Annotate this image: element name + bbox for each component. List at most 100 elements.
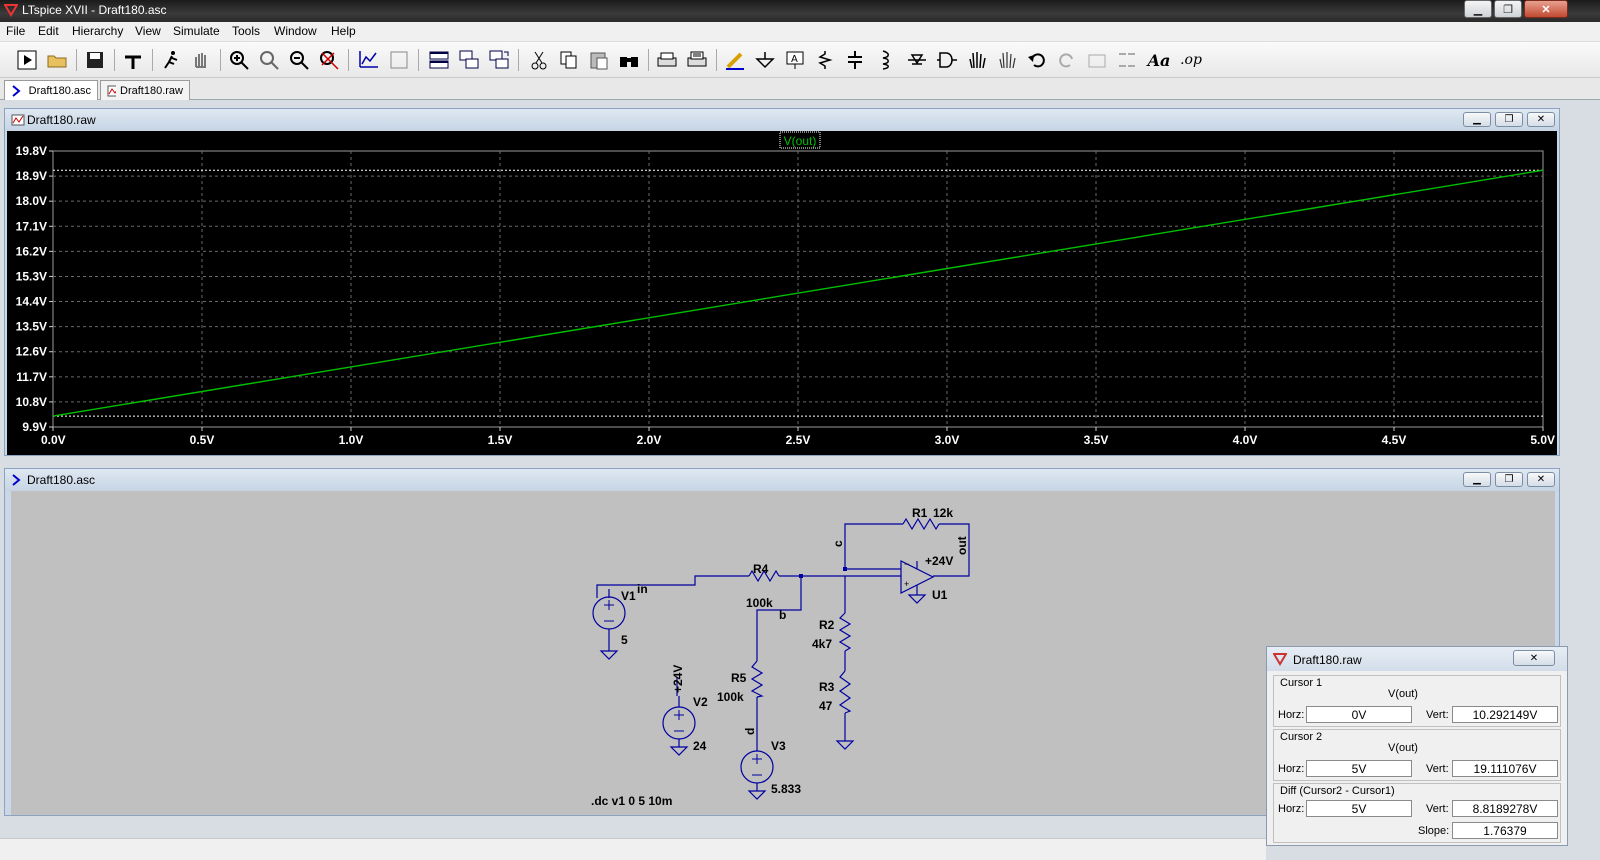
cursor2-vert-label: Vert: bbox=[1426, 763, 1449, 775]
zoom-in-icon[interactable] bbox=[226, 47, 252, 73]
halt-hand-icon[interactable] bbox=[188, 47, 214, 73]
cursor2-trace: V(out) bbox=[1388, 742, 1418, 754]
waveform-window-title: Draft180.raw bbox=[27, 113, 96, 127]
r2-name: R2 bbox=[819, 618, 835, 632]
tab-schematic[interactable]: Draft180.asc bbox=[4, 80, 98, 100]
menu-view[interactable]: View bbox=[135, 24, 161, 38]
menu-hierarchy[interactable]: Hierarchy bbox=[72, 24, 123, 38]
tile-horizontal-icon[interactable] bbox=[426, 47, 452, 73]
run-icon[interactable] bbox=[14, 47, 40, 73]
redo-icon[interactable] bbox=[1054, 47, 1080, 73]
schematic-icon bbox=[12, 84, 21, 97]
cursor-window-title: Draft180.raw bbox=[1293, 653, 1362, 667]
inductor-icon[interactable] bbox=[872, 47, 898, 73]
schematic-minimize-button[interactable]: ▁ bbox=[1463, 472, 1491, 487]
component-icon[interactable] bbox=[934, 47, 960, 73]
label-net-icon[interactable]: A bbox=[782, 47, 808, 73]
y-tick-label: 19.8V bbox=[16, 144, 47, 158]
slope-field[interactable]: 1.76379 bbox=[1452, 822, 1558, 839]
resistor-icon[interactable] bbox=[812, 47, 838, 73]
menu-help[interactable]: Help bbox=[331, 24, 356, 38]
drag-hand-icon[interactable] bbox=[994, 47, 1020, 73]
text-icon[interactable]: Aa bbox=[1146, 47, 1172, 73]
minimize-button[interactable]: ▁ bbox=[1464, 0, 1492, 18]
menu-window[interactable]: Window bbox=[274, 24, 317, 38]
diff-vert-label: Vert: bbox=[1426, 803, 1449, 815]
schematic-restore-button[interactable]: ❐ bbox=[1495, 472, 1523, 487]
cursor-window-close-button[interactable]: ✕ bbox=[1513, 650, 1555, 666]
cursor1-horz-field[interactable]: 0V bbox=[1306, 706, 1412, 723]
opamp-minus: − bbox=[904, 559, 909, 569]
autorange-icon[interactable] bbox=[356, 47, 382, 73]
cursor1-horz-label: Horz: bbox=[1278, 709, 1305, 721]
waveform-restore-button[interactable]: ❐ bbox=[1495, 112, 1523, 127]
run-figure-icon[interactable] bbox=[158, 47, 184, 73]
menu-tools[interactable]: Tools bbox=[232, 24, 260, 38]
window-title: LTspice XVII - Draft180.asc bbox=[22, 3, 167, 17]
waveform-minimize-button[interactable]: ▁ bbox=[1463, 112, 1491, 127]
diff-horz-label: Horz: bbox=[1278, 803, 1305, 815]
zoom-out-icon[interactable] bbox=[286, 47, 312, 73]
cursor-readout-window: Draft180.raw ✕ Cursor 1 V(out) Horz: 0V … bbox=[1266, 646, 1568, 846]
menu-edit[interactable]: Edit bbox=[38, 24, 59, 38]
mirror-icon[interactable] bbox=[1114, 47, 1140, 73]
paste-icon[interactable] bbox=[586, 47, 612, 73]
maximize-button[interactable]: ❐ bbox=[1494, 0, 1522, 18]
schematic-close-button[interactable]: ✕ bbox=[1527, 472, 1555, 487]
v2-net-label: +24V bbox=[671, 665, 685, 693]
v1-name: V1 bbox=[621, 589, 636, 603]
draw-wire-icon[interactable] bbox=[722, 47, 748, 73]
cut-icon[interactable] bbox=[526, 47, 552, 73]
control-panel-icon[interactable] bbox=[120, 47, 146, 73]
cursor2-horz-field[interactable]: 5V bbox=[1306, 760, 1412, 777]
cursor2-vert-field[interactable]: 19.111076V bbox=[1452, 760, 1558, 777]
cursor1-group-label: Cursor 1 bbox=[1280, 677, 1323, 689]
spice-directive[interactable]: .dc v1 0 5 10m bbox=[591, 794, 672, 808]
x-tick-label: 3.5V bbox=[1084, 433, 1109, 447]
tab-label: Draft180.asc bbox=[28, 84, 91, 97]
cursor-window-titlebar: Draft180.raw ✕ bbox=[1267, 647, 1567, 671]
pan-icon[interactable] bbox=[256, 47, 282, 73]
save-icon[interactable] bbox=[82, 47, 108, 73]
schematic-window-title: Draft180.asc bbox=[27, 473, 96, 487]
waveform-window-titlebar: Draft180.raw ▁ ❐ ✕ bbox=[5, 109, 1559, 131]
zoom-fit-icon[interactable] bbox=[316, 47, 342, 73]
trace-label[interactable]: V(out) bbox=[784, 134, 817, 148]
find-binoculars-icon[interactable] bbox=[616, 47, 642, 73]
print-icon[interactable] bbox=[654, 47, 680, 73]
grid-icon[interactable] bbox=[386, 47, 412, 73]
ltspice-app-icon bbox=[1273, 653, 1287, 666]
menu-file[interactable]: File bbox=[6, 24, 25, 38]
cascade-icon[interactable] bbox=[456, 47, 482, 73]
tab-waveform[interactable]: Draft180.raw bbox=[100, 80, 190, 100]
spice-directive-icon[interactable]: .op bbox=[1178, 47, 1204, 73]
close-button[interactable]: ✕ bbox=[1524, 0, 1568, 18]
waveform-window: Draft180.raw ▁ ❐ ✕ 19.8V 18.9V 18.0V 17.1V 1… bbox=[4, 108, 1560, 456]
y-tick-label: 12.6V bbox=[16, 345, 47, 359]
diode-icon[interactable] bbox=[904, 47, 930, 73]
diff-horz-field[interactable]: 5V bbox=[1306, 800, 1412, 817]
move-hand-icon[interactable] bbox=[964, 47, 990, 73]
cursor1-vert-field[interactable]: 10.292149V bbox=[1452, 706, 1558, 723]
r5-value: 100k bbox=[717, 690, 744, 704]
ground-icon[interactable] bbox=[752, 47, 778, 73]
undo-icon[interactable] bbox=[1024, 47, 1050, 73]
trace-legend[interactable]: V(out) bbox=[779, 131, 821, 149]
status-bar bbox=[0, 838, 1266, 860]
x-tick-label: 2.0V bbox=[637, 433, 662, 447]
menu-simulate[interactable]: Simulate bbox=[173, 24, 220, 38]
y-tick-label: 14.4V bbox=[16, 295, 47, 309]
waveform-close-button[interactable]: ✕ bbox=[1527, 112, 1555, 127]
rotate-icon[interactable] bbox=[1084, 47, 1110, 73]
net-label-in: in bbox=[637, 582, 648, 596]
waveform-plot[interactable]: 19.8V 18.9V 18.0V 17.1V 16.2V 15.3V 14.4V 13.5V… bbox=[7, 131, 1557, 455]
x-tick-label: 2.5V bbox=[786, 433, 811, 447]
tile-vertical-icon[interactable] bbox=[486, 47, 512, 73]
capacitor-icon[interactable] bbox=[842, 47, 868, 73]
r5-name: R5 bbox=[731, 671, 747, 685]
open-folder-icon[interactable] bbox=[44, 47, 70, 73]
y-tick-label: 16.2V bbox=[16, 244, 47, 258]
print-preview-icon[interactable] bbox=[684, 47, 710, 73]
diff-vert-field[interactable]: 8.8189278V bbox=[1452, 800, 1558, 817]
copy-icon[interactable] bbox=[556, 47, 582, 73]
